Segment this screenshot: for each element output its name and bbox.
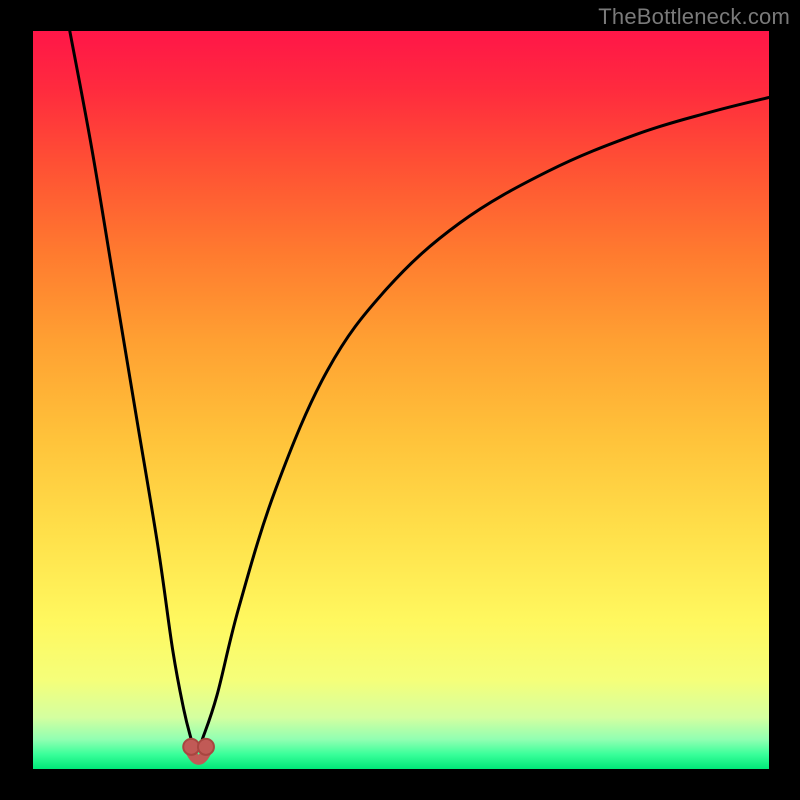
chart-curves-layer xyxy=(0,0,800,800)
minimum-marker-left xyxy=(183,739,199,755)
watermark-text: TheBottleneck.com xyxy=(598,4,790,30)
curve-left-branch xyxy=(70,31,191,739)
chart-frame: TheBottleneck.com xyxy=(0,0,800,800)
curve-right-branch xyxy=(202,97,769,739)
minimum-marker-right xyxy=(198,739,214,755)
